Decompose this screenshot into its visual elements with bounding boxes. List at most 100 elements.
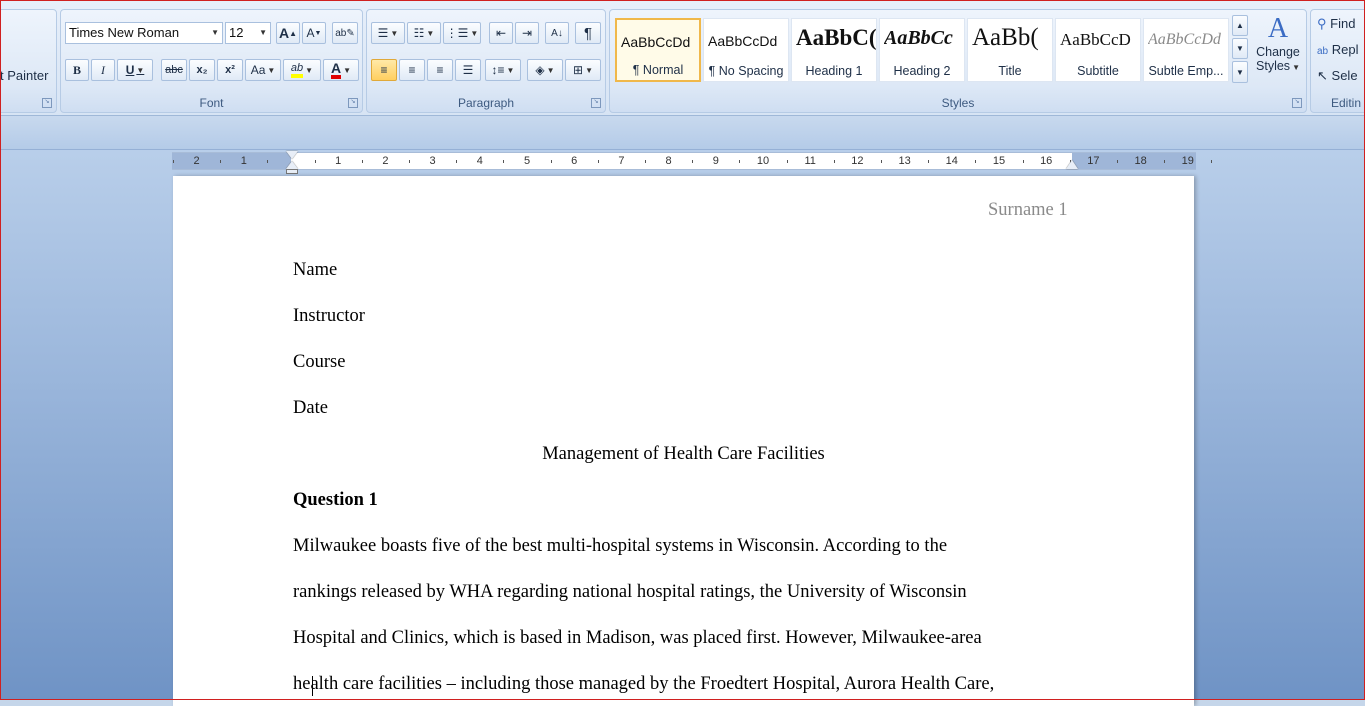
format-painter-button[interactable]: t Painter (0, 68, 48, 83)
line-spacing-button[interactable]: ↕≡ ▼ (485, 59, 521, 81)
font-size-value: 12 (229, 25, 244, 40)
increase-indent-button[interactable]: ⇥ (515, 22, 539, 44)
shading-button[interactable]: ◈ ▼ (527, 59, 563, 81)
chevron-up-icon: ▲ (1236, 21, 1244, 30)
align-left-button[interactable]: ≡ (371, 59, 397, 81)
chevron-down-icon: ▼ (585, 65, 593, 75)
left-indent-marker-icon[interactable] (286, 169, 298, 174)
borders-button[interactable]: ⊞ ▼ (565, 59, 601, 81)
style-no-spacing[interactable]: AaBbCcDd ¶ No Spacing (703, 18, 789, 82)
change-styles-button[interactable]: A Change Styles ▼ (1251, 13, 1305, 91)
ruler-tick (692, 160, 694, 163)
ruler-label: 8 (665, 155, 672, 167)
shrink-font-icon: A (306, 26, 315, 40)
paint-bucket-icon: ◈ (535, 63, 545, 77)
more-arrow-icon: ▼ (1236, 67, 1244, 77)
superscript-button[interactable]: x² (217, 59, 243, 81)
paragraph-group: ☰ ▼ ☷ ▼ ⋮☰ ▼ ⇤ ⇥ A↓ ¶ ≡ ≡ ≡ ☰ ↕≡ ▼ ◈ ▼ ⊞ ▼ Par… (366, 9, 606, 113)
horizontal-ruler[interactable]: 2 1 1 2 3 4 5 6 7 8 9 10 11 12 13 14 15 16 17 18 19 (172, 152, 1213, 170)
style-normal[interactable]: AaBbCcDd ¶ Normal (615, 18, 701, 82)
multilevel-list-icon: ⋮☰ (445, 26, 469, 40)
align-right-button[interactable]: ≡ (427, 59, 453, 81)
chevron-down-icon: ▼ (1236, 44, 1244, 53)
bold-button[interactable]: B (65, 59, 89, 81)
ruler-label: 15 (992, 155, 1006, 167)
underline-button[interactable]: U ▼ (117, 59, 153, 81)
show-formatting-marks-button[interactable]: ¶ (575, 22, 601, 44)
style-name: ¶ No Spacing (708, 64, 784, 78)
font-group: Times New Roman ▼ 12 ▼ A ▲ A ▼ ab✎ B I U ▼ … (60, 9, 363, 113)
ruler-tick (833, 160, 835, 163)
font-color-button[interactable]: A ▼ (323, 59, 359, 81)
styles-more-button[interactable]: ▼ (1232, 61, 1248, 83)
body-line-4: health care facilities – including those… (293, 674, 995, 694)
ruler-label: 12 (851, 155, 864, 167)
ruler-label: 1 (335, 155, 342, 167)
ruler-tick (361, 160, 363, 163)
font-size-combo[interactable]: 12 ▼ (225, 22, 271, 44)
ruler-label: 19 (1181, 155, 1194, 167)
sort-button[interactable]: A↓ (545, 22, 569, 44)
document-title: Management of Health Care Facilities (542, 444, 825, 464)
style-heading-2[interactable]: AaBbCc Heading 2 (879, 18, 965, 82)
chevron-down-icon: ▼ (506, 65, 515, 75)
grow-font-button[interactable]: A ▲ (276, 22, 300, 44)
body-line-2: rankings released by WHA regarding natio… (293, 582, 967, 602)
name-line: Name (293, 260, 338, 280)
cursor-arrow-icon: ↖ (1317, 68, 1328, 83)
strikethrough-button[interactable]: abc (161, 59, 187, 81)
body-line-1: Milwaukee boasts five of the best multi-… (293, 536, 948, 556)
bullets-button[interactable]: ☰ ▼ (371, 22, 405, 44)
underline-icon: U (125, 63, 135, 77)
align-center-button[interactable]: ≡ (399, 59, 425, 81)
quick-styles-gallery: AaBbCcDd ¶ Normal AaBbCcDd ¶ No Spacing … (613, 18, 1231, 84)
justify-button[interactable]: ☰ (455, 59, 481, 81)
styles-dialog-launcher-icon[interactable]: ↘ (1292, 98, 1302, 108)
styles-scroll-down-button[interactable]: ▼ (1232, 38, 1248, 59)
styles-scroll-up-button[interactable]: ▲ (1232, 15, 1248, 36)
change-case-button[interactable]: Aa ▼ (245, 59, 281, 81)
chevron-down-icon: ▼ (305, 65, 314, 75)
change-styles-label: Change (1256, 45, 1300, 59)
first-line-indent-marker-icon[interactable] (286, 151, 298, 159)
ruler-tick (456, 160, 458, 163)
style-name: Heading 1 (805, 64, 863, 78)
grow-font-icon: A (278, 25, 290, 41)
eraser-icon: ab✎ (335, 27, 355, 39)
style-name: ¶ Normal (632, 63, 684, 77)
clipboard-dialog-launcher-icon[interactable]: ↘ (42, 98, 52, 108)
chevron-down-icon: ▼ (267, 65, 276, 75)
font-dialog-launcher-icon[interactable]: ↘ (348, 98, 358, 108)
document-page[interactable]: Surname 1 Name Instructor Course Date Ma… (173, 176, 1194, 706)
style-title[interactable]: AaBb( Title (967, 18, 1053, 82)
ruler-tick (881, 160, 882, 163)
italic-button[interactable]: I (91, 59, 115, 81)
font-name-combo[interactable]: Times New Roman ▼ (65, 22, 223, 44)
subscript-button[interactable]: x₂ (189, 59, 215, 81)
clear-formatting-button[interactable]: ab✎ (332, 22, 358, 44)
font-name-value: Times New Roman (69, 25, 180, 40)
chevron-down-icon: ▼ (470, 28, 479, 38)
ruler-tick (928, 160, 930, 163)
ruler-label: 18 (1134, 155, 1147, 167)
style-heading-1[interactable]: AaBbC( Heading 1 (791, 18, 877, 82)
decrease-indent-button[interactable]: ⇤ (489, 22, 513, 44)
ruler-label: 11 (804, 155, 816, 167)
hanging-indent-marker-icon[interactable] (286, 161, 298, 169)
replace-button[interactable]: ab Repl (1317, 42, 1359, 57)
ruler-tick (314, 160, 316, 163)
style-subtle-emphasis[interactable]: AaBbCcDd Subtle Emp... (1143, 18, 1229, 82)
right-indent-marker-icon[interactable] (1066, 160, 1078, 169)
select-button[interactable]: ↖ Sele (1317, 68, 1358, 84)
font-color-icon: A (330, 61, 342, 79)
align-left-icon: ≡ (380, 63, 388, 77)
document-top-strip (1, 116, 1365, 150)
replace-label: Repl (1331, 42, 1359, 57)
find-button[interactable]: ⚲ Find (1317, 16, 1355, 32)
style-subtitle[interactable]: AaBbCcD Subtitle (1055, 18, 1141, 82)
highlight-button[interactable]: ab ▼ (283, 59, 321, 81)
numbering-button[interactable]: ☷ ▼ (407, 22, 441, 44)
paragraph-dialog-launcher-icon[interactable]: ↘ (591, 98, 601, 108)
shrink-font-button[interactable]: A ▼ (302, 22, 326, 44)
multilevel-list-button[interactable]: ⋮☰ ▼ (443, 22, 481, 44)
